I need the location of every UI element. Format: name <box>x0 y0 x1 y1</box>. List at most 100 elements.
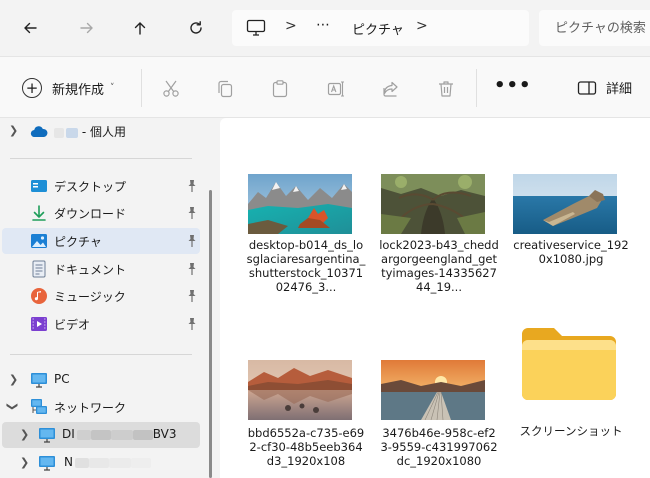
refresh-button[interactable] <box>180 12 212 44</box>
network-icon <box>31 399 47 414</box>
sidebar-item-pc[interactable]: ❯ PC <box>2 367 200 393</box>
forward-button[interactable] <box>71 12 103 44</box>
pin-icon[interactable] <box>186 317 198 331</box>
sidebar-item-label: DI BV3 <box>62 427 177 441</box>
breadcrumb-separator[interactable]: > <box>285 18 297 34</box>
details-button[interactable]: 詳細 <box>577 78 632 97</box>
chevron-down-icon[interactable]: ❯ <box>6 402 19 411</box>
chevron-right-icon[interactable]: ❯ <box>20 456 29 469</box>
back-arrow-icon <box>24 22 37 34</box>
folder-icon <box>522 328 616 400</box>
breadcrumb-overflow-button[interactable]: ⋯ <box>316 17 331 33</box>
share-button[interactable] <box>380 78 402 100</box>
rename-button[interactable] <box>325 78 347 100</box>
navigation-pane: ❯ - 個人用 デスクトップ ダウンロード ピクチャ ドキュメント ミュージック… <box>0 118 210 478</box>
pc-icon <box>31 373 47 388</box>
search-input[interactable] <box>539 10 650 46</box>
details-button-label: 詳細 <box>606 82 633 97</box>
image-thumbnail <box>381 360 485 420</box>
music-icon <box>31 288 47 304</box>
videos-icon <box>31 317 47 331</box>
computer-name-prefix: DI <box>62 427 75 441</box>
pc-monitor-icon[interactable] <box>246 19 266 37</box>
sidebar-item-desktop[interactable]: デスクトップ <box>2 173 200 199</box>
computer-icon <box>39 456 55 471</box>
file-item[interactable]: creativeservice_1920x1080.jpg <box>513 174 633 274</box>
computer-name-prefix: N <box>64 455 73 469</box>
sidebar-item-label: N <box>64 455 151 469</box>
folder-name: スクリーンショット <box>519 424 623 438</box>
cloud-icon <box>30 126 48 138</box>
new-button[interactable]: + 新規作成 ˅ <box>22 76 115 100</box>
sidebar-item-documents[interactable]: ドキュメント <box>2 256 200 282</box>
back-button[interactable] <box>14 12 46 44</box>
pin-icon[interactable] <box>186 179 198 193</box>
sidebar-item-label: PC <box>54 372 70 386</box>
sidebar-item-videos[interactable]: ビデオ <box>2 311 200 337</box>
address-bar[interactable]: > ⋯ ピクチャ > <box>232 10 529 46</box>
sidebar-item-label: - 個人用 <box>54 123 126 140</box>
sidebar-item-downloads[interactable]: ダウンロード <box>2 200 200 226</box>
cut-icon <box>163 80 179 97</box>
details-pane-icon <box>577 80 597 95</box>
desktop-icon <box>31 180 47 192</box>
sidebar-divider <box>10 354 192 355</box>
image-thumbnail <box>248 360 352 420</box>
sidebar-item-pictures[interactable]: ピクチャ <box>2 228 200 254</box>
breadcrumb-pictures[interactable]: ピクチャ <box>352 19 404 38</box>
up-button[interactable] <box>124 12 156 44</box>
forward-arrow-icon <box>80 22 93 34</box>
sidebar-item-label: ダウンロード <box>54 207 127 221</box>
sidebar-item-label: ドキュメント <box>54 263 127 277</box>
sidebar-item-label: デスクトップ <box>54 180 127 194</box>
pin-icon[interactable] <box>186 234 198 248</box>
file-name: lock2023-b43_cheddargorgeengland_gettyim… <box>379 238 499 294</box>
file-name: bbd6552a-c735-e692-cf30-48b5eeb364d3_192… <box>247 426 365 468</box>
copy-button[interactable] <box>214 78 236 100</box>
file-item[interactable]: desktop-b014_ds_losglaciaresargentina_sh… <box>246 174 368 306</box>
sidebar-item-network-computer[interactable]: ❯ N <box>2 450 200 476</box>
sidebar-item-onedrive[interactable]: ❯ - 個人用 <box>2 118 200 144</box>
sidebar-divider <box>10 158 192 159</box>
share-icon <box>383 81 398 97</box>
file-name: creativeservice_1920x1080.jpg <box>513 238 629 266</box>
chevron-right-icon[interactable]: ❯ <box>9 373 18 386</box>
image-thumbnail <box>513 174 617 234</box>
new-button-label: 新規作成 <box>52 82 105 98</box>
folder-item[interactable]: スクリーンショット <box>513 324 633 454</box>
pin-icon[interactable] <box>186 262 198 276</box>
rename-icon <box>327 81 344 97</box>
pin-icon[interactable] <box>186 289 198 303</box>
plus-icon: + <box>22 78 42 98</box>
file-item[interactable]: lock2023-b43_cheddargorgeengland_gettyim… <box>379 174 501 306</box>
toolbar-divider <box>141 69 142 107</box>
cut-button[interactable] <box>160 78 182 100</box>
computer-name-suffix: BV3 <box>152 427 177 441</box>
search-box[interactable] <box>539 10 650 46</box>
download-icon <box>32 205 46 221</box>
more-options-button[interactable]: ••• <box>494 75 532 96</box>
delete-button[interactable] <box>435 78 457 100</box>
paste-button[interactable] <box>269 78 291 100</box>
paste-icon <box>272 80 288 98</box>
breadcrumb-separator[interactable]: > <box>416 18 428 34</box>
sidebar-item-network-computer[interactable]: ❯ DI BV3 <box>2 422 200 448</box>
chevron-right-icon[interactable]: ❯ <box>9 124 18 137</box>
sidebar-item-network[interactable]: ❯ ネットワーク <box>2 394 200 420</box>
documents-icon <box>32 260 46 278</box>
file-item[interactable]: bbd6552a-c735-e692-cf30-48b5eeb364d3_192… <box>248 360 368 478</box>
sidebar-scrollbar[interactable] <box>209 190 212 478</box>
delete-icon <box>439 81 453 97</box>
address-row: > ⋯ ピクチャ > <box>0 0 650 56</box>
file-item[interactable]: 3476b46e-958c-ef23-9559-c431997062dc_192… <box>380 360 501 478</box>
sidebar-item-label: ビデオ <box>54 318 91 332</box>
copy-icon <box>218 80 233 98</box>
file-name: desktop-b014_ds_losglaciaresargentina_sh… <box>246 238 366 294</box>
pictures-icon <box>31 234 47 248</box>
chevron-right-icon[interactable]: ❯ <box>20 428 29 441</box>
sidebar-item-music[interactable]: ミュージック <box>2 283 200 309</box>
toolbar-divider <box>476 69 477 107</box>
pin-icon[interactable] <box>186 206 198 220</box>
sidebar-item-label: ピクチャ <box>54 235 102 249</box>
image-thumbnail <box>248 174 352 234</box>
